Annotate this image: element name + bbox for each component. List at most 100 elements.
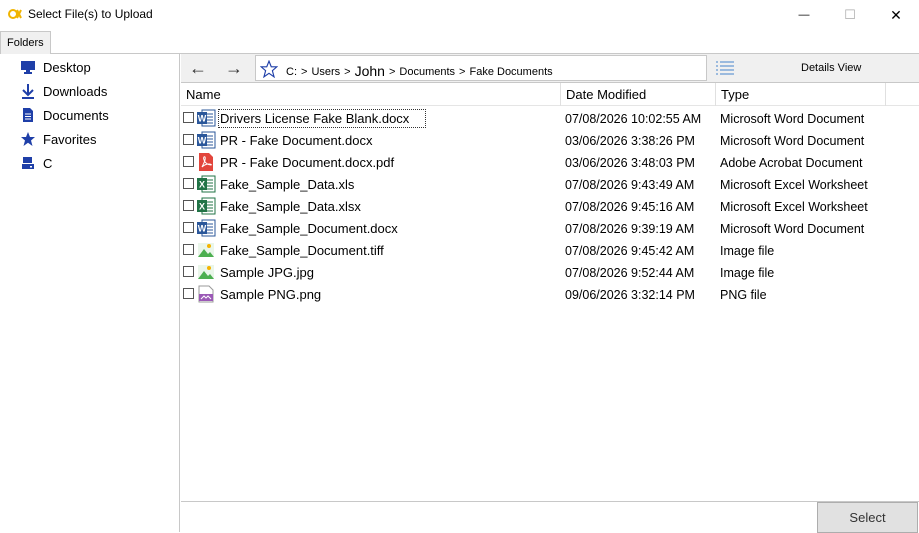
breadcrumb-item[interactable]: Users xyxy=(311,66,340,78)
forward-button[interactable]: → xyxy=(217,54,251,82)
svg-text:W: W xyxy=(198,224,207,234)
row-checkbox[interactable] xyxy=(183,288,194,299)
breadcrumb-separator: > xyxy=(459,66,466,78)
close-icon: ✕ xyxy=(890,6,902,23)
back-button[interactable]: ← xyxy=(181,54,215,82)
maximize-button[interactable]: ☐ xyxy=(827,0,873,30)
close-button[interactable]: ✕ xyxy=(873,0,919,30)
file-type: Microsoft Word Document xyxy=(720,112,865,126)
sidebar-item-label: Favorites xyxy=(43,131,97,147)
column-header-name[interactable]: Name xyxy=(181,83,561,106)
sidebar-item-label: Desktop xyxy=(43,59,91,75)
breadcrumb-separator: > xyxy=(388,66,396,78)
breadcrumb-item[interactable]: John xyxy=(355,63,385,79)
table-row[interactable]: Sample PNG.png 09/06/2026 3:32:14 PM PNG… xyxy=(181,283,919,305)
file-date: 07/08/2026 9:39:19 AM xyxy=(565,222,695,236)
breadcrumb-item[interactable]: Documents xyxy=(399,66,455,78)
app-logo-icon xyxy=(8,8,24,20)
file-date: 03/06/2026 3:38:26 PM xyxy=(565,134,695,148)
file-date: 07/08/2026 10:02:55 AM xyxy=(565,112,702,126)
png-icon xyxy=(196,285,216,303)
file-list: Name Date Modified Type W Drivers Licens… xyxy=(181,83,919,501)
select-button[interactable]: Select xyxy=(817,502,918,533)
document-icon xyxy=(20,107,36,123)
title-bar: Select File(s) to Upload — ☐ ✕ xyxy=(0,0,919,30)
column-header-filler xyxy=(886,83,919,106)
sidebar-item-label: Downloads xyxy=(43,83,108,99)
sidebar-item-desktop[interactable]: Desktop xyxy=(20,57,170,77)
file-type: Image file xyxy=(720,244,775,258)
row-checkbox[interactable] xyxy=(183,244,194,255)
navigation-bar: ← → C: > Users > John > Documents > Fake Documen… xyxy=(181,54,919,83)
file-date: 07/08/2026 9:43:49 AM xyxy=(565,178,695,192)
drive-icon xyxy=(20,155,36,171)
file-type: Microsoft Excel Worksheet xyxy=(720,200,868,214)
file-name: PR - Fake Document.docx xyxy=(220,133,373,148)
star-icon xyxy=(20,131,36,147)
file-name: Sample PNG.png xyxy=(220,287,322,302)
svg-text:W: W xyxy=(198,136,207,146)
row-checkbox[interactable] xyxy=(183,156,194,167)
row-checkbox[interactable] xyxy=(183,222,194,233)
desktop-icon xyxy=(20,59,36,75)
table-row[interactable]: Sample JPG.jpg 07/08/2026 9:52:44 AM Ima… xyxy=(181,261,919,283)
sidebar-item-c-drive[interactable]: C xyxy=(20,153,170,173)
breadcrumb-separator: > xyxy=(344,66,351,78)
sidebar-item-downloads[interactable]: Downloads xyxy=(20,81,170,101)
sidebar-item-favorites[interactable]: Favorites xyxy=(20,129,170,149)
address-bar[interactable]: C: > Users > John > Documents > Fake Documents xyxy=(255,55,707,81)
row-checkbox[interactable] xyxy=(183,200,194,211)
file-name: Sample JPG.jpg xyxy=(220,265,314,280)
file-date: 07/08/2026 9:45:42 AM xyxy=(565,244,695,258)
file-name: Fake_Sample_Document.docx xyxy=(220,221,398,236)
word-icon: W xyxy=(196,131,216,149)
sidebar-item-label: C xyxy=(43,155,53,171)
table-row[interactable]: X Fake_Sample_Data.xlsx 07/08/2026 9:45:… xyxy=(181,195,919,217)
file-name: Fake_Sample_Data.xlsx xyxy=(220,199,361,214)
excel-icon: X xyxy=(196,197,216,215)
row-checkbox[interactable] xyxy=(183,134,194,145)
breadcrumb-item[interactable]: Fake Documents xyxy=(469,66,552,78)
folder-sidebar: Desktop Downloads Documents Favorites C xyxy=(0,54,180,532)
file-date: 03/06/2026 3:48:03 PM xyxy=(565,156,695,170)
file-type: PNG file xyxy=(720,288,767,302)
table-row[interactable]: W PR - Fake Document.docx 03/06/2026 3:3… xyxy=(181,129,919,151)
favorite-star-icon[interactable] xyxy=(259,59,279,81)
svg-text:W: W xyxy=(198,114,207,124)
table-row[interactable]: Fake_Sample_Document.tiff 07/08/2026 9:4… xyxy=(181,239,919,261)
table-row[interactable]: W Drivers License Fake Blank.docx 07/08/… xyxy=(181,107,919,129)
breadcrumb-item[interactable]: C: xyxy=(286,66,297,78)
download-icon xyxy=(20,83,36,99)
row-checkbox[interactable] xyxy=(183,178,194,189)
file-date: 09/06/2026 3:32:14 PM xyxy=(565,288,695,302)
svg-text:X: X xyxy=(199,180,205,190)
arrow-left-icon: ← xyxy=(189,57,207,78)
table-row[interactable]: W Fake_Sample_Document.docx 07/08/2026 9… xyxy=(181,217,919,239)
minimize-button[interactable]: — xyxy=(781,0,827,30)
image-icon xyxy=(196,263,216,281)
column-header-date[interactable]: Date Modified xyxy=(561,83,716,106)
file-date: 07/08/2026 9:45:16 AM xyxy=(565,200,695,214)
breadcrumb: C: > Users > John > Documents > Fake Documents xyxy=(286,62,553,79)
details-view-label: Details View xyxy=(801,62,862,74)
column-header-type[interactable]: Type xyxy=(716,83,886,106)
column-header-row: Name Date Modified Type xyxy=(181,83,919,106)
row-checkbox[interactable] xyxy=(183,112,194,123)
word-icon: W xyxy=(196,219,216,237)
details-view-button[interactable]: Details View xyxy=(709,54,919,82)
sidebar-item-documents[interactable]: Documents xyxy=(20,105,170,125)
table-row[interactable]: X Fake_Sample_Data.xls 07/08/2026 9:43:4… xyxy=(181,173,919,195)
list-view-icon xyxy=(715,60,735,79)
tab-folders[interactable]: Folders xyxy=(0,31,51,54)
file-type: Microsoft Word Document xyxy=(720,134,865,148)
row-checkbox[interactable] xyxy=(183,266,194,277)
maximize-icon: ☐ xyxy=(844,7,856,22)
table-row[interactable]: PR - Fake Document.docx.pdf 03/06/2026 3… xyxy=(181,151,919,173)
file-type: Microsoft Excel Worksheet xyxy=(720,178,868,192)
minimize-icon: — xyxy=(798,9,810,21)
svg-text:X: X xyxy=(199,202,205,212)
file-name: Fake_Sample_Document.tiff xyxy=(220,243,384,258)
sidebar-item-label: Documents xyxy=(43,107,109,123)
pdf-icon xyxy=(196,153,216,171)
file-type: Microsoft Word Document xyxy=(720,222,865,236)
